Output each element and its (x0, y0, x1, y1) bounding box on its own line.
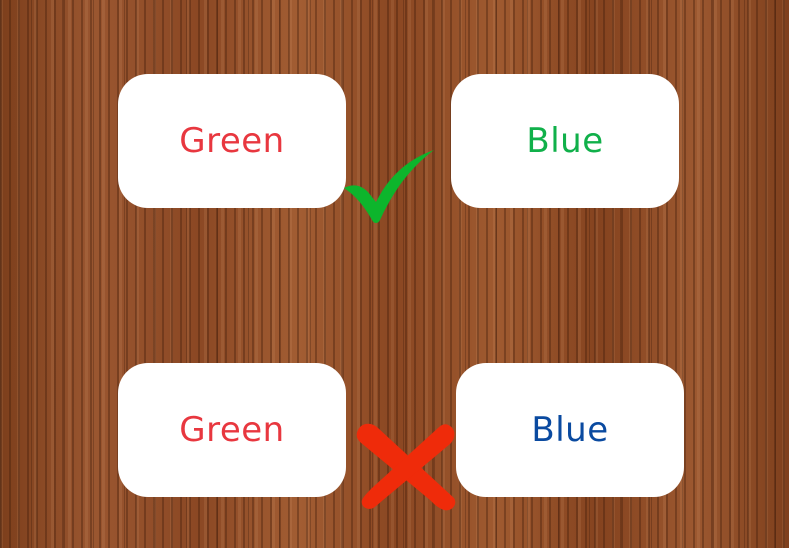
word-label: Blue (526, 121, 604, 161)
check-icon-shape (344, 150, 434, 223)
word-card-bottom-right[interactable]: Blue (456, 363, 684, 497)
check-icon (344, 150, 434, 223)
word-label: Blue (531, 410, 609, 450)
word-card-bottom-left[interactable]: Green (118, 363, 346, 497)
word-card-top-left[interactable]: Green (118, 74, 346, 208)
word-label: Green (179, 410, 285, 450)
word-card-top-right[interactable]: Blue (451, 74, 679, 208)
word-label: Green (179, 121, 285, 161)
cross-icon (356, 423, 456, 511)
